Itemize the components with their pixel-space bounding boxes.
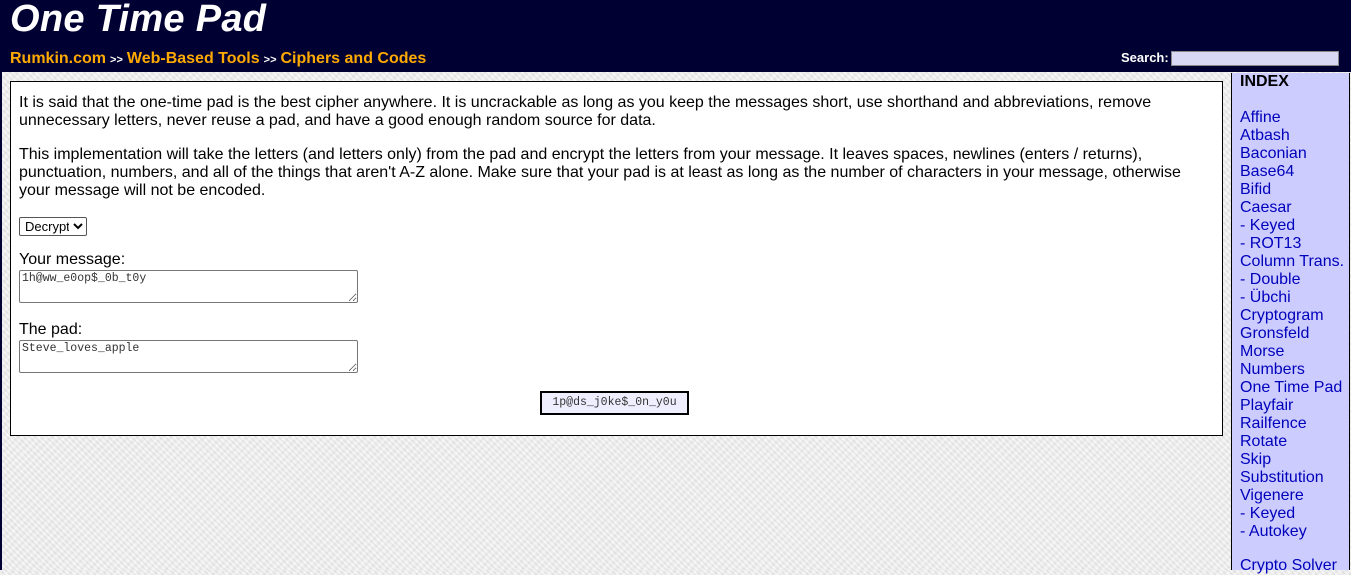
search-input[interactable] <box>1171 51 1339 66</box>
message-label: Your message: <box>19 251 126 268</box>
search-label: Search: <box>1121 50 1169 65</box>
implementation-paragraph: This implementation will take the letter… <box>19 146 1181 199</box>
breadcrumb-link-web-tools[interactable]: Web-Based Tools <box>127 50 260 67</box>
sidebar-item-one-time-pad[interactable]: One Time Pad <box>1240 379 1344 397</box>
intro-paragraph: It is said that the one-time pad is the … <box>19 94 1152 129</box>
sidebar-item-substitution[interactable]: Substitution <box>1240 469 1344 487</box>
sidebar-item-ubchi[interactable]: - Übchi <box>1240 289 1344 307</box>
left-frame-border <box>0 0 2 570</box>
result-output: 1p@ds_j0ke$_0n_y0u <box>540 391 689 415</box>
sidebar-item-vigenere-keyed[interactable]: - Keyed <box>1240 505 1344 523</box>
breadcrumb-separator: >> <box>263 54 277 66</box>
sidebar-list: Affine Atbash Baconian Base64 Bifid Caes… <box>1240 109 1344 541</box>
sidebar-item-column-trans[interactable]: Column Trans. <box>1240 253 1344 271</box>
sidebar-item-morse[interactable]: Morse <box>1240 343 1344 361</box>
breadcrumb: Rumkin.com >> Web-Based Tools >> Ciphers and… <box>10 49 426 70</box>
sidebar-item-caesar[interactable]: Caesar <box>1240 199 1344 217</box>
sidebar-item-baconian[interactable]: Baconian <box>1240 145 1344 163</box>
sidebar-item-cryptogram[interactable]: Cryptogram <box>1240 307 1344 325</box>
sidebar-item-vigenere[interactable]: Vigenere <box>1240 487 1344 505</box>
sidebar-item-double[interactable]: - Double <box>1240 271 1344 289</box>
sidebar-item-autokey[interactable]: - Autokey <box>1240 523 1344 541</box>
sidebar-title: INDEX <box>1240 73 1289 90</box>
sidebar-item-skip[interactable]: Skip <box>1240 451 1344 469</box>
main-content: It is said that the one-time pad is the … <box>10 81 1223 436</box>
breadcrumb-separator: >> <box>110 54 123 66</box>
page-header: One Time Pad Rumkin.com >> Web-Based Tools… <box>0 0 1351 72</box>
sidebar-item-rotate[interactable]: Rotate <box>1240 433 1344 451</box>
sidebar-item-numbers[interactable]: Numbers <box>1240 361 1344 379</box>
breadcrumb-link-ciphers[interactable]: Ciphers and Codes <box>281 50 427 67</box>
sidebar-item-gronsfeld[interactable]: Gronsfeld <box>1240 325 1344 343</box>
sidebar-index: INDEX Affine Atbash Baconian Base64 Bifi… <box>1231 73 1350 574</box>
pad-label: The pad: <box>19 321 83 338</box>
sidebar-item-crypto-solver[interactable]: Crypto Solver <box>1240 557 1337 575</box>
sidebar-item-atbash[interactable]: Atbash <box>1240 127 1344 145</box>
sidebar-item-affine[interactable]: Affine <box>1240 109 1344 127</box>
mode-select[interactable]: Decrypt <box>19 217 87 236</box>
sidebar-item-caesar-keyed[interactable]: - Keyed <box>1240 217 1344 235</box>
message-textarea[interactable]: 1h@ww_e0op$_0b_t0y <box>19 270 358 303</box>
sidebar-item-railfence[interactable]: Railfence <box>1240 415 1344 433</box>
breadcrumb-link-rumkin[interactable]: Rumkin.com <box>10 50 106 67</box>
sidebar-item-base64[interactable]: Base64 <box>1240 163 1344 181</box>
page-title: One Time Pad <box>10 0 267 40</box>
pad-textarea[interactable]: Steve_loves_apple <box>19 340 358 373</box>
sidebar-item-playfair[interactable]: Playfair <box>1240 397 1344 415</box>
sidebar-item-rot13[interactable]: - ROT13 <box>1240 235 1344 253</box>
sidebar-item-bifid[interactable]: Bifid <box>1240 181 1344 199</box>
